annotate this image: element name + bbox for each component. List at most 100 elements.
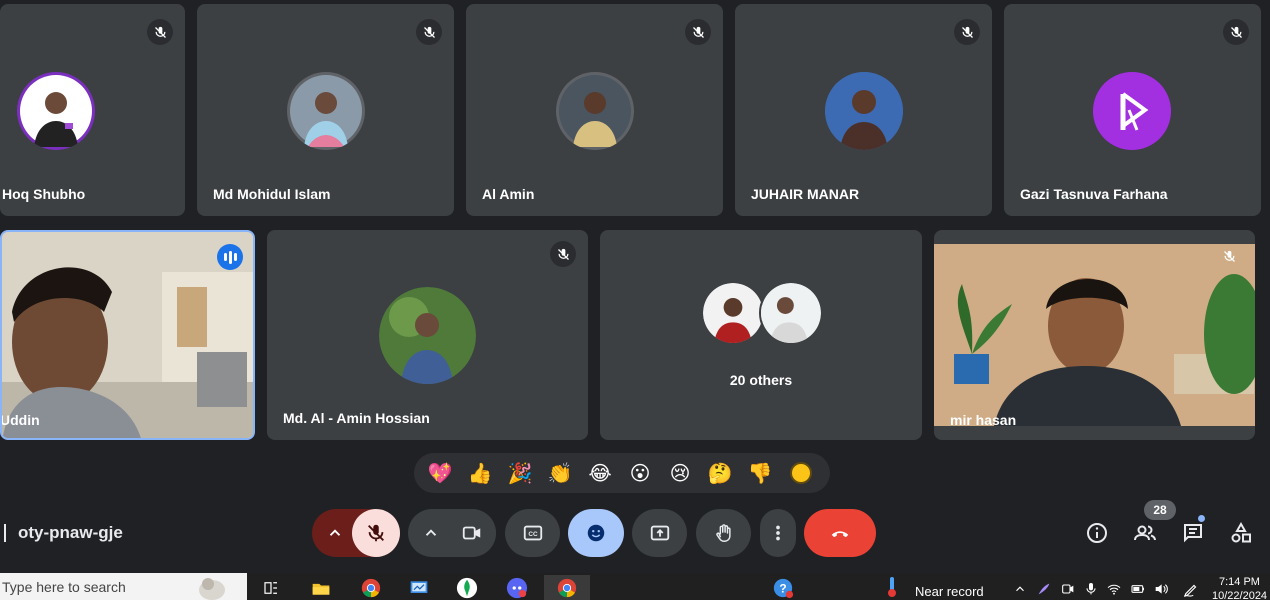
smiley-icon [587,524,605,542]
mic-off-icon [550,241,576,267]
avatar [17,72,95,150]
meeting-details-button[interactable] [1079,515,1115,551]
file-explorer-icon[interactable] [308,575,334,600]
help-app-icon[interactable]: ? [770,575,796,600]
participant-tile[interactable]: Md. Al - Amin Hossian [267,230,588,440]
mic-off-icon [147,19,173,45]
microphone-tray-icon[interactable] [1083,581,1099,600]
thermometer-icon [886,576,898,598]
present-screen-button[interactable] [632,509,687,557]
reaction-thinking-button[interactable]: 🤔 [700,453,740,493]
mic-off-icon [1216,243,1242,269]
emoji-reactions-button[interactable] [568,509,624,557]
people-button[interactable] [1127,515,1163,551]
reaction-party-button[interactable]: 🎉 [500,453,540,493]
camera-toggle-button[interactable] [448,509,496,557]
mic-off-icon [685,19,711,45]
participant-tile[interactable]: Md Mohidul Islam [197,4,454,216]
video-feed [934,244,1255,426]
mic-off-icon [416,19,442,45]
pen-tray-icon[interactable] [1182,581,1200,600]
captions-button[interactable]: CC [505,509,560,557]
participant-tile[interactable]: Hoq Shubho [0,4,185,216]
avatar [379,287,476,384]
wifi-icon[interactable] [1106,581,1122,600]
participant-name: mir hasan [950,412,1017,428]
reaction-sad-button[interactable]: 😢 [660,453,700,493]
people-icon [1134,525,1156,541]
chevron-up-icon [329,529,341,536]
participant-video-tile[interactable]: mir hasan [934,230,1255,440]
activities-button[interactable] [1223,515,1259,551]
more-options-button[interactable] [760,509,796,557]
microphone-toggle-button[interactable] [352,509,400,557]
reaction-clap-button[interactable]: 👏 [540,453,580,493]
reaction-surprised-button[interactable]: 😮 [620,453,660,493]
clock-date[interactable]: 10/22/2024 [1212,590,1267,600]
chevron-up-icon [425,529,437,536]
avatar [701,281,765,345]
participant-name: Gazi Tasnuva Farhana [1020,186,1168,202]
reaction-thumbs-down-button[interactable]: 👎 [740,453,780,493]
svg-text:?: ? [779,581,786,595]
svg-text:CC: CC [528,531,538,538]
chrome-icon[interactable] [358,575,384,600]
video-feed [2,232,253,438]
discord-icon[interactable] [504,575,530,600]
participant-count-badge: 28 [1144,500,1176,520]
volume-icon[interactable] [1153,581,1169,600]
camera-icon [462,526,481,540]
participant-name: Hoq Shubho [2,186,86,202]
participant-name: Md. Al - Amin Hossian [283,410,430,426]
info-icon [1087,523,1107,543]
battery-icon[interactable] [1130,581,1146,600]
mongodb-icon[interactable] [454,575,480,600]
participant-name: Uddin [0,412,40,428]
more-vert-icon [776,525,780,541]
control-panel-icon[interactable] [406,575,432,600]
task-view-icon[interactable] [258,575,284,600]
others-tile[interactable]: 20 others [600,230,922,440]
divider [4,524,6,542]
speaking-indicator-icon [217,244,243,270]
end-call-icon [831,531,849,538]
camera-tray-icon[interactable] [1060,581,1076,600]
hand-icon [715,524,731,542]
chat-button[interactable] [1175,515,1211,551]
os-taskbar: Type here to search ? Near record 7:14 P… [0,573,1270,600]
activities-icon [1231,521,1251,543]
avatar [759,281,823,345]
search-highlight-image [196,574,228,600]
avatar [1093,72,1171,150]
reaction-heart-button[interactable]: 💖 [420,453,460,493]
present-screen-icon [650,525,669,541]
reactions-bar: 💖 👍 🎉 👏 😂 😮 😢 🤔 👎 [414,453,830,493]
avatar [287,72,365,150]
meeting-code: oty-pnaw-gje [18,523,123,542]
tray-chevron-up-icon[interactable] [1013,582,1027,600]
reaction-laugh-button[interactable]: 😂 [580,453,620,493]
mic-off-icon [368,524,384,542]
chat-icon [1184,524,1202,543]
others-count-label: 20 others [729,372,793,388]
raise-hand-button[interactable] [696,509,751,557]
participant-tile[interactable]: JUHAIR MANAR [735,4,992,216]
participant-video-tile[interactable]: Uddin [0,230,255,440]
reaction-thumbs-up-button[interactable]: 👍 [460,453,500,493]
leave-call-button[interactable] [804,509,876,557]
chat-notification-dot [1198,515,1205,522]
participant-name: Md Mohidul Islam [213,186,331,202]
participant-tile[interactable]: Al Amin [466,4,723,216]
mic-off-icon [1223,19,1249,45]
mic-off-icon [954,19,980,45]
clock-time[interactable]: 7:14 PM [1219,576,1260,588]
chrome-active-icon[interactable] [544,575,590,600]
skin-tone-picker-button[interactable] [790,462,812,484]
weather-label[interactable]: Near record [915,584,984,599]
avatar [825,72,903,150]
closed-captions-icon: CC [523,525,542,541]
avatar [556,72,634,150]
participant-tile[interactable]: Gazi Tasnuva Farhana [1004,4,1261,216]
participant-name: Al Amin [482,186,535,202]
pen-feather-icon[interactable] [1036,581,1052,600]
